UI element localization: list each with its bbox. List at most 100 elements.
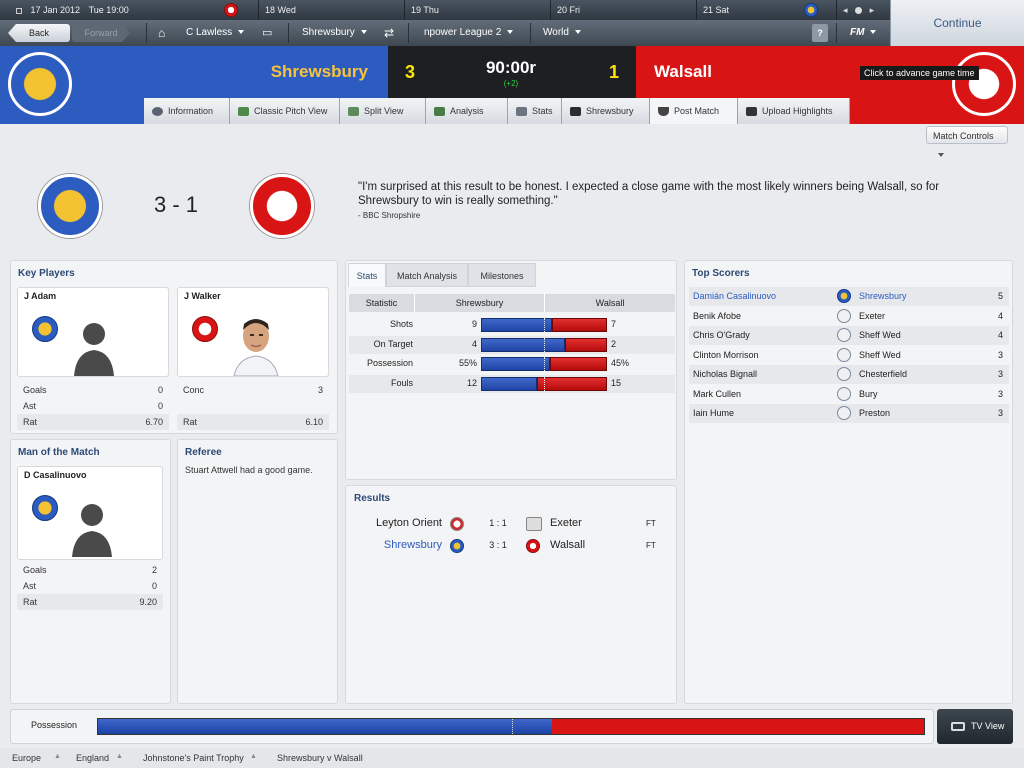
tab-classic-pitch-view[interactable]: Classic Pitch View [230, 98, 340, 124]
continue-button[interactable]: Continue [890, 0, 1024, 46]
chevron-down-icon [507, 30, 514, 35]
chevron-up-icon[interactable]: ▲ [250, 753, 257, 760]
help-button[interactable]: ? [812, 24, 828, 42]
world-menu[interactable]: World [543, 20, 581, 46]
key-players-title: Key Players [18, 268, 75, 279]
tab-information[interactable]: Information [144, 98, 230, 124]
calendar-day[interactable]: 20 Fri [550, 0, 696, 20]
scorer-row[interactable]: Damián Casalinuovo Shrewsbury 5 [689, 287, 1009, 306]
tab-upload-highlights[interactable]: Upload Highlights [738, 98, 850, 124]
scorer-row[interactable]: Mark Cullen Bury 3 [689, 385, 1009, 404]
score-header: Shrewsbury 3 90:00r (+2) 1 Walsall Click… [0, 46, 1024, 124]
away-team-name[interactable]: Walsall [654, 46, 794, 98]
competition-menu[interactable]: npower League 2 [424, 20, 514, 46]
match-controls-dropdown[interactable]: Match Controls [926, 126, 1008, 157]
scorer-name[interactable]: Damián Casalinuovo [693, 291, 776, 301]
scorer-club[interactable]: Sheff Wed [859, 350, 901, 360]
scorer-club[interactable]: Bury [859, 389, 878, 399]
home-score: 3 [404, 62, 415, 82]
home-stat-value: 55% [458, 358, 477, 368]
result-row[interactable]: Leyton Orient 1 : 1 Exeter FT [346, 514, 676, 536]
calendar-day[interactable]: 18 Wed [258, 0, 404, 20]
fm-menu[interactable]: FM [850, 20, 877, 46]
scorer-goals: 3 [997, 369, 1003, 379]
tv-view-button[interactable]: TV View [937, 709, 1013, 744]
breadcrumb-item[interactable]: Johnstone's Paint Trophy [143, 753, 244, 763]
top-scorers-title: Top Scorers [692, 268, 750, 279]
home-team[interactable]: Leyton Orient [346, 517, 442, 529]
away-stat-value: 2 [611, 338, 617, 349]
calendar-day[interactable]: 19 Thu [404, 0, 550, 20]
scorer-goals: 3 [997, 388, 1003, 399]
away-team[interactable]: Walsall [550, 539, 585, 551]
away-stat-value: 45% [611, 358, 630, 368]
scorer-name[interactable]: Mark Cullen [693, 389, 741, 399]
motm-title: Man of the Match [18, 447, 100, 458]
scorer-club[interactable]: Chesterfield [859, 369, 907, 379]
breadcrumb-item[interactable]: Europe [12, 753, 41, 763]
breadcrumb-item[interactable]: England [76, 753, 109, 763]
stats-header: Shrewsbury [415, 294, 545, 312]
scorer-goals: 4 [997, 310, 1003, 321]
tab-stats-inner[interactable]: Stats [348, 263, 386, 287]
scorer-row[interactable]: Chris O'Grady Sheff Wed 4 [689, 326, 1009, 345]
player-card[interactable]: J Adam [17, 287, 169, 377]
tab-post-match[interactable]: Post Match [650, 98, 738, 124]
away-stat-value: 7 [611, 319, 617, 329]
result-row[interactable]: Shrewsbury 3 : 1 Walsall FT [346, 536, 676, 558]
tab-stats[interactable]: Stats [508, 98, 562, 124]
away-team[interactable]: Exeter [550, 517, 582, 529]
home-stat-value: 12 [466, 377, 477, 388]
player-card[interactable]: J Walker [177, 287, 329, 377]
match-clock: 90:00r [485, 58, 537, 77]
press-quote: "I'm surprised at this result to be hone… [358, 181, 940, 207]
home-icon[interactable]: ⌂ [158, 20, 165, 46]
scorer-club[interactable]: Shrewsbury [859, 291, 907, 301]
swap-icon[interactable]: ⇄ [384, 20, 394, 46]
away-stat-bar [537, 376, 607, 391]
scorer-name[interactable]: Iain Hume [693, 408, 734, 418]
tab-shrewsbury[interactable]: Shrewsbury [562, 98, 650, 124]
chevron-down-icon [938, 152, 944, 157]
stat-row: Rat 6.10 [177, 414, 329, 430]
chevron-down-icon [870, 30, 877, 35]
scorer-row[interactable]: Nicholas Bignall Chesterfield 3 [689, 365, 1009, 384]
scorer-club[interactable]: Exeter [859, 311, 885, 321]
club-menu[interactable]: Shrewsbury [302, 20, 367, 46]
team-icon [570, 107, 581, 117]
player-silhouette [74, 323, 114, 376]
scorer-row[interactable]: Benik Afobe Exeter 4 [689, 307, 1009, 326]
forward-button[interactable]: Forward [72, 24, 130, 42]
back-button[interactable]: Back [8, 24, 70, 42]
walsall-fixture-icon[interactable] [224, 3, 238, 17]
referee-panel: Referee Stuart Attwell had a good game. [177, 439, 338, 704]
scorer-name[interactable]: Benik Afobe [693, 311, 741, 321]
scorer-name[interactable]: Clinton Morrison [693, 350, 759, 360]
shrewsbury-fixture-icon[interactable] [804, 3, 818, 17]
inbox-icon[interactable]: ▭ [262, 20, 272, 46]
scroll-right-icon[interactable]: ▸ [870, 5, 875, 15]
club-crest-icon [837, 308, 851, 323]
tab-match-analysis[interactable]: Match Analysis [386, 263, 468, 287]
player-card[interactable]: D Casalinuovo [17, 466, 163, 560]
scorer-name[interactable]: Chris O'Grady [693, 330, 750, 340]
home-team[interactable]: Shrewsbury [346, 539, 442, 551]
current-date[interactable]: 17 Jan 2012 Tue 19:00 [0, 0, 222, 20]
scorer-name[interactable]: Nicholas Bignall [693, 369, 757, 379]
chevron-up-icon[interactable]: ▲ [54, 753, 61, 760]
calendar-scroller[interactable]: ◂ ▸ [836, 0, 890, 20]
tab-analysis[interactable]: Analysis [426, 98, 508, 124]
chevron-up-icon[interactable]: ▲ [116, 753, 123, 760]
tab-milestones[interactable]: Milestones [468, 263, 536, 287]
tab-split-view[interactable]: Split View [340, 98, 426, 124]
scorer-club[interactable]: Preston [859, 408, 890, 418]
scroll-left-icon[interactable]: ◂ [843, 5, 848, 15]
home-team-name[interactable]: Shrewsbury [240, 46, 368, 98]
calendar-icon [16, 7, 22, 14]
tv-icon [951, 722, 965, 731]
scorer-club[interactable]: Sheff Wed [859, 330, 901, 340]
scorer-row[interactable]: Clinton Morrison Sheff Wed 3 [689, 346, 1009, 365]
scorer-row[interactable]: Iain Hume Preston 3 [689, 404, 1009, 423]
calendar-bar: 17 Jan 2012 Tue 19:00 18 Wed 19 Thu 20 F… [0, 0, 890, 20]
manager-menu[interactable]: C Lawless [186, 20, 245, 46]
